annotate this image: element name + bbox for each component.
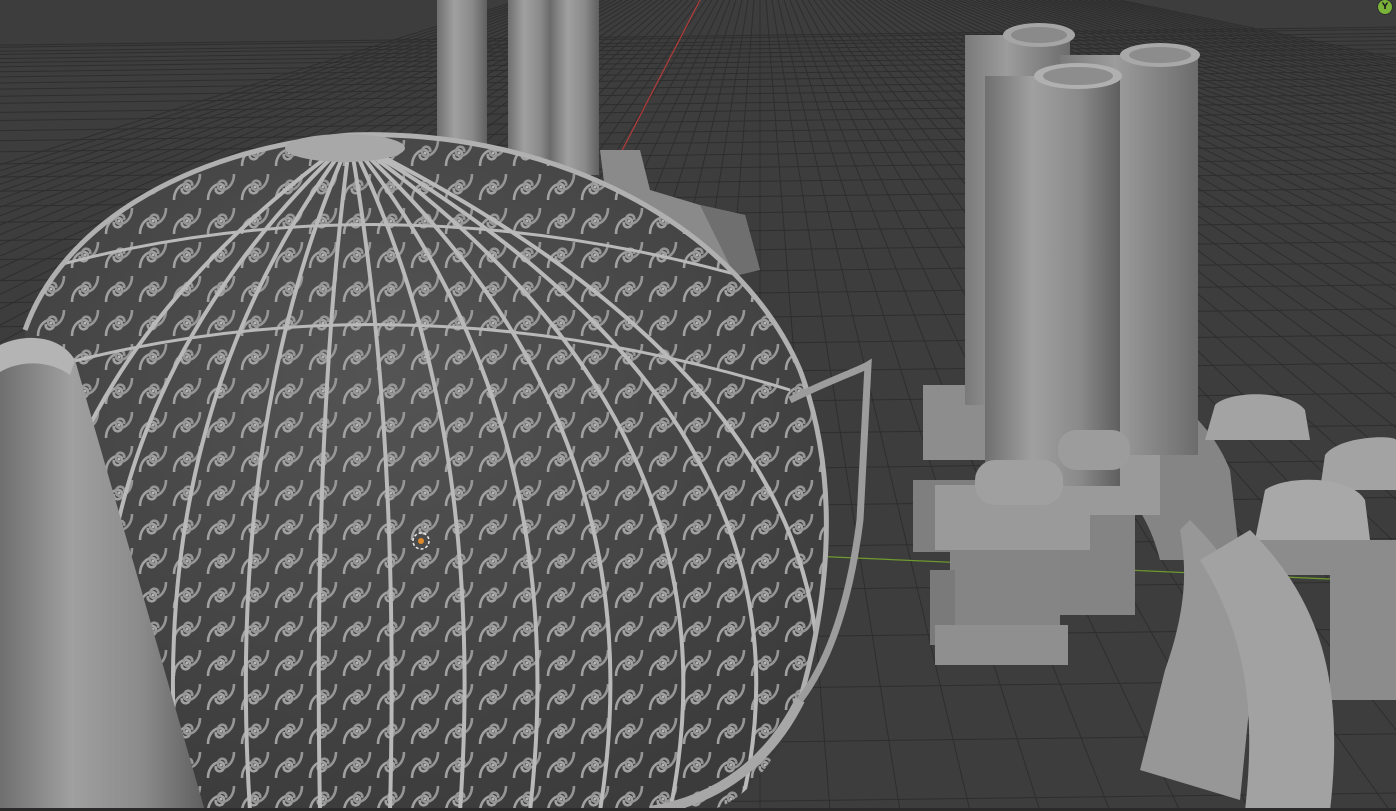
navigation-gizmo-y-axis[interactable]: Y [1378,0,1392,14]
column-group-right [913,23,1396,811]
3d-viewport[interactable]: Y [0,0,1396,811]
scene-render[interactable] [0,0,1396,811]
